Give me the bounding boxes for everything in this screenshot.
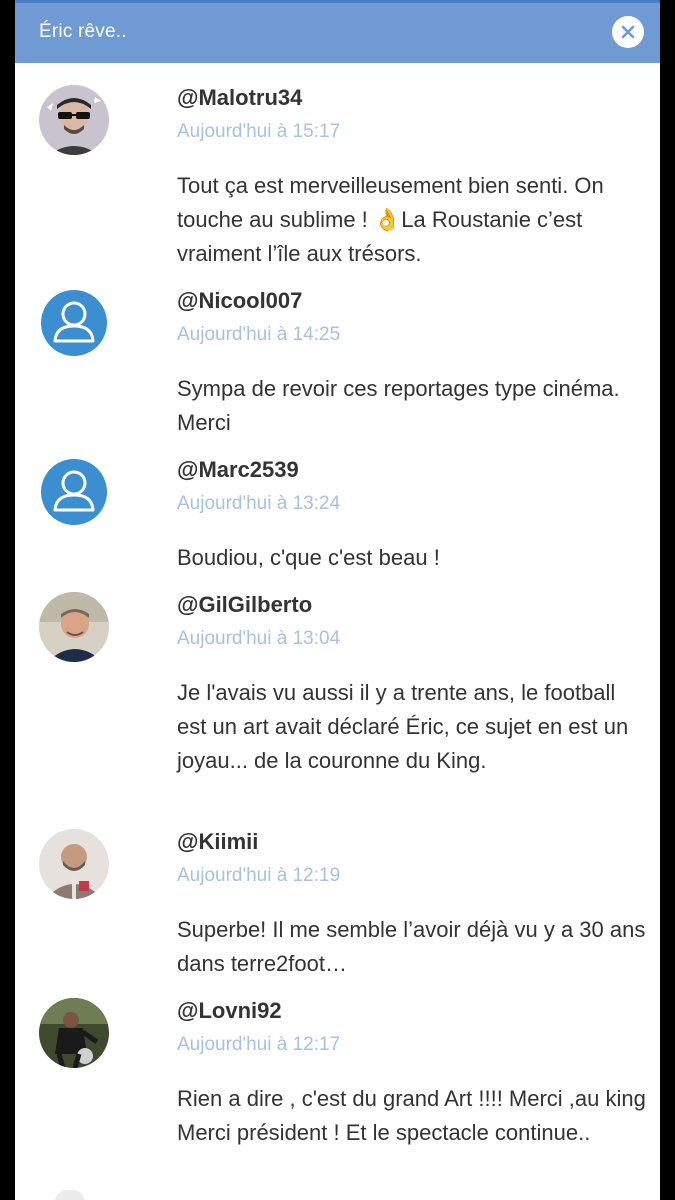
comment-text: Sympa de revoir ces reportages type ciné… bbox=[177, 376, 620, 435]
avatar[interactable] bbox=[39, 998, 109, 1068]
comment-text: Boudiou, c'que c'est beau ! bbox=[177, 545, 440, 570]
comment-text: Tout ça est merveilleusement bien senti.… bbox=[177, 173, 604, 266]
default-user-icon[interactable] bbox=[39, 457, 109, 527]
avatar[interactable] bbox=[39, 829, 109, 899]
comment-text: Je l'avais vu aussi il y a trente ans, l… bbox=[177, 680, 629, 773]
comment-username[interactable]: @Kiimii bbox=[177, 829, 258, 855]
avatar[interactable] bbox=[39, 85, 109, 155]
panel-header: Éric rêve.. bbox=[15, 0, 660, 63]
close-button[interactable] bbox=[612, 16, 644, 48]
next-avatar-partial bbox=[55, 1190, 85, 1200]
panel-title: Éric rêve.. bbox=[39, 21, 127, 42]
comment-timestamp: Aujourd'hui à 15:17 bbox=[177, 121, 341, 142]
comment-timestamp: Aujourd'hui à 12:19 bbox=[177, 865, 341, 886]
comment-username[interactable]: @Marc2539 bbox=[177, 457, 299, 483]
comment-timestamp: Aujourd'hui à 14:25 bbox=[177, 324, 341, 345]
comment-username[interactable]: @Nicool007 bbox=[177, 288, 302, 314]
comment-text: Rien a dire , c'est du grand Art !!!! Me… bbox=[177, 1086, 646, 1145]
comment-username[interactable]: @Lovni92 bbox=[177, 998, 282, 1024]
comment-username[interactable]: @GilGilberto bbox=[177, 592, 312, 618]
comment-timestamp: Aujourd'hui à 13:04 bbox=[177, 628, 341, 649]
avatar[interactable] bbox=[39, 592, 109, 662]
comment-timestamp: Aujourd'hui à 13:24 bbox=[177, 493, 341, 514]
comments-scroll[interactable]: @Malotru34 Aujourd'hui à 15:17 Tout ça e… bbox=[15, 0, 660, 1200]
comment-text: Superbe! Il me semble l’avoir déjà vu y … bbox=[177, 917, 646, 976]
close-icon bbox=[621, 25, 635, 39]
comment-timestamp: Aujourd'hui à 12:17 bbox=[177, 1034, 341, 1055]
comment-username[interactable]: @Malotru34 bbox=[177, 85, 302, 111]
default-user-icon[interactable] bbox=[39, 288, 109, 358]
